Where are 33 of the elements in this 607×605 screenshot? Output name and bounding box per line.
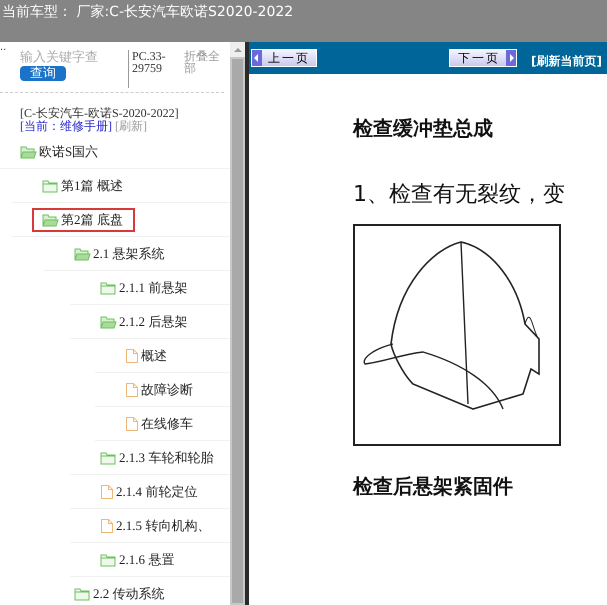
section-heading: 检查后悬架紧固件 [353, 474, 514, 498]
tree-item[interactable]: 2.1.3 车轮和轮胎 [90, 446, 226, 470]
tree-item[interactable]: 2.1.5 转向机构、 [90, 514, 222, 538]
document-icon [100, 518, 114, 534]
tree-item[interactable]: 2.1.6 悬置 [90, 548, 186, 572]
previous-page-button[interactable]: 上一页 [251, 49, 317, 67]
refresh-page-link[interactable]: [刷新当前页] [531, 52, 602, 70]
tree-item[interactable]: 在线修车 [115, 412, 205, 436]
tree-item[interactable]: 2.1.4 前轮定位 [90, 480, 210, 504]
scroll-up-icon [232, 46, 242, 54]
tree-item[interactable]: 第2篇 底盘 [32, 208, 135, 232]
code-text: PC.33-29759 [128, 50, 178, 88]
model-text: [C-长安汽车-欧诺S-2020-2022] [20, 107, 180, 120]
tree-item[interactable]: 第1篇 概述 [32, 174, 135, 198]
tree-item[interactable]: 2.1.1 前悬架 [90, 276, 200, 300]
document-icon [125, 416, 139, 432]
tree-item[interactable]: 2.2 传动系统 [64, 582, 176, 605]
section-heading: 检查缓冲垫总成 [353, 116, 494, 140]
tree-item[interactable]: 2.1 悬架系统 [64, 242, 176, 266]
document-icon [125, 382, 139, 398]
next-page-button[interactable]: 下一页 [449, 49, 517, 67]
tree-item[interactable]: 欧诺S国六 [10, 140, 110, 164]
step-text: 1、检查有无裂纹，变 [353, 182, 566, 208]
current-manual-link[interactable]: [当前：维修手册] [20, 119, 112, 133]
tree-item[interactable]: 概述 [115, 344, 179, 368]
dots-text: .. [0, 42, 6, 53]
document-icon [125, 348, 139, 364]
tree-item[interactable]: 故障诊断 [115, 378, 205, 402]
header-title: 当前车型： 厂家:C-长安汽车欧诺S2020-2022 [1, 3, 294, 21]
document-icon [100, 484, 114, 500]
search-button[interactable]: 查询 [20, 66, 66, 81]
scrollbar[interactable] [230, 42, 245, 605]
tree-item[interactable]: 2.1.2 后悬架 [90, 310, 200, 334]
